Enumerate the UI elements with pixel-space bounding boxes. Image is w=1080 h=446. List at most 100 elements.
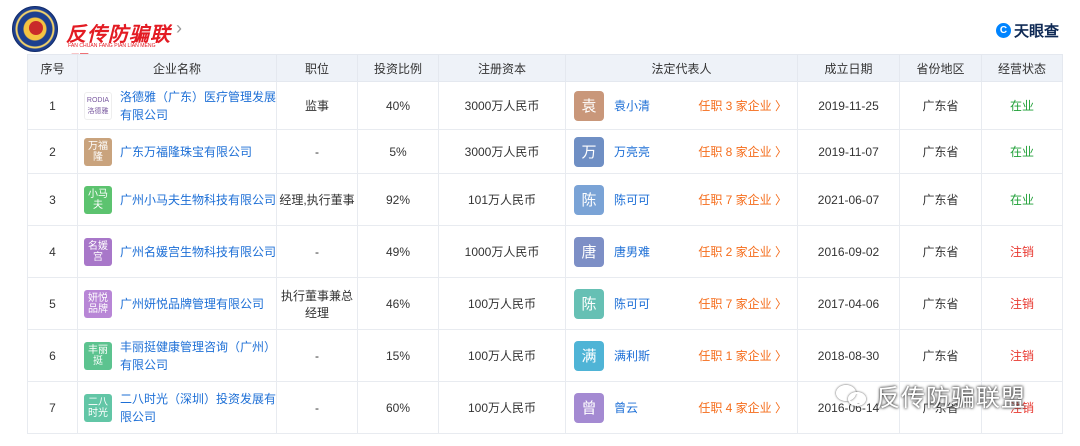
row-number: 3	[27, 173, 78, 226]
table-row: 4 名媛宫 广州名媛宫生物科技有限公司 -49% 1000万人民币唐唐男难 任职 2 家企…	[27, 225, 1063, 278]
company-cell: 万福隆 广东万福隆珠宝有限公司	[77, 129, 277, 174]
registered-capital: 100万人民币	[438, 277, 566, 330]
column-header: 企业名称	[77, 54, 277, 82]
company-cell: 妍悦品牌 广州妍悦品牌管理有限公司	[77, 277, 277, 330]
company-cell: 二八时光 二八时光（深圳）投资发展有限公司	[77, 381, 277, 434]
tianyancha-label: 天眼查	[1014, 22, 1060, 40]
legal-rep-link[interactable]: 陈可可	[614, 191, 650, 208]
positions-link[interactable]: 任职 2 家企业 〉	[698, 243, 787, 260]
table-row: 2 万福隆 广东万福隆珠宝有限公司 -5% 3000万人民币万万亮亮 任职 8 家企业 〉…	[27, 129, 1063, 174]
column-header: 经营状态	[981, 54, 1063, 82]
positions-link[interactable]: 任职 7 家企业 〉	[698, 295, 787, 312]
established-date: 2018-08-30	[797, 329, 900, 382]
company-cell: 名媛宫 广州名媛宫生物科技有限公司	[77, 225, 277, 278]
position: 经理,执行董事	[276, 173, 358, 226]
watermark: 反传防骗联盟	[836, 378, 1026, 413]
registered-capital: 101万人民币	[438, 173, 566, 226]
row-number: 4	[27, 225, 78, 278]
legal-rep-link[interactable]: 万亮亮	[614, 143, 650, 160]
investment-ratio: 40%	[357, 81, 439, 130]
watermark-text: 反传防骗联盟	[876, 385, 1026, 412]
table-row: 1 RODIA 洛德雅 洛德雅（广东）医疗管理发展有限公司 监事 40% 3000万人民币…	[27, 81, 1063, 130]
province: 广东省	[899, 173, 982, 226]
company-name-link[interactable]: 广州小马夫生物科技有限公司	[120, 191, 276, 209]
company-logo: 万福隆	[84, 137, 112, 166]
company-cell: 丰丽挺 丰丽挺健康管理咨询（广州）有限公司	[77, 329, 277, 382]
company-name-link[interactable]: 广州妍悦品牌管理有限公司	[120, 295, 264, 313]
province: 广东省	[899, 81, 982, 130]
established-date: 2017-04-06	[797, 277, 900, 330]
table-row: 5 妍悦品牌 广州妍悦品牌管理有限公司 执行董事兼总经理 46% 100万人民币陈陈可可 任…	[27, 277, 1063, 330]
company-logo: RODIA 洛德雅	[84, 91, 112, 120]
legal-rep-link[interactable]: 陈可可	[614, 295, 650, 312]
row-number: 1	[27, 81, 78, 130]
table-header: 序号 企业名称 职位 投资比例 注册资本 法定代表人 成立日期 省份地区 经营状态	[27, 54, 1063, 82]
company-logo: 二八时光	[84, 393, 112, 422]
column-header: 序号	[27, 54, 78, 82]
investment-table: 序号 企业名称 职位 投资比例 注册资本 法定代表人 成立日期 省份地区 经营状态 1 RODIA…	[27, 54, 1063, 434]
registered-capital: 100万人民币	[438, 381, 566, 434]
column-header: 成立日期	[797, 54, 900, 82]
company-name-link[interactable]: 广州名媛宫生物科技有限公司	[120, 243, 276, 261]
positions-link[interactable]: 任职 1 家企业 〉	[698, 347, 787, 364]
company-logo: 妍悦品牌	[84, 289, 112, 318]
registered-capital: 3000万人民币	[438, 81, 566, 130]
avatar: 万	[574, 136, 604, 167]
status-badge: 在业	[981, 173, 1063, 226]
avatar: 曾	[574, 392, 604, 423]
brand-subtitle: FAN CHUAN FANG PIAN LIAN MENG	[68, 43, 156, 49]
row-number: 5	[27, 277, 78, 330]
position: -	[276, 225, 358, 278]
wechat-icon	[836, 383, 870, 409]
avatar: 唐	[574, 236, 604, 267]
position: -	[276, 329, 358, 382]
province: 广东省	[899, 329, 982, 382]
legal-rep-cell: 袁袁小清 任职 3 家企业 〉	[565, 81, 798, 130]
established-date: 2019-11-07	[797, 129, 900, 174]
registered-capital: 1000万人民币	[438, 225, 566, 278]
tianyancha-logo[interactable]: C 天眼查	[996, 20, 1059, 40]
column-header: 职位	[276, 54, 358, 82]
legal-rep-link[interactable]: 唐男难	[614, 243, 650, 260]
company-name-link[interactable]: 洛德雅（广东）医疗管理发展有限公司	[120, 88, 276, 124]
established-date: 2016-09-02	[797, 225, 900, 278]
established-date: 2021-06-07	[797, 173, 900, 226]
avatar: 袁	[574, 90, 604, 121]
row-number: 6	[27, 329, 78, 382]
legal-rep-cell: 陈陈可可 任职 7 家企业 〉	[565, 173, 798, 226]
positions-link[interactable]: 任职 3 家企业 〉	[698, 97, 787, 114]
legal-rep-cell: 万万亮亮 任职 8 家企业 〉	[565, 129, 798, 174]
company-logo: 小马夫	[84, 185, 112, 214]
legal-rep-link[interactable]: 曾云	[614, 399, 638, 416]
legal-rep-link[interactable]: 袁小清	[614, 97, 650, 114]
investment-ratio: 49%	[357, 225, 439, 278]
province: 广东省	[899, 225, 982, 278]
company-logo: 丰丽挺	[84, 341, 112, 370]
investment-ratio: 15%	[357, 329, 439, 382]
legal-rep-cell: 曾曾云 任职 4 家企业 〉	[565, 381, 798, 434]
status-badge: 在业	[981, 81, 1063, 130]
company-cell: 小马夫 广州小马夫生物科技有限公司	[77, 173, 277, 226]
chevron-right-icon[interactable]: ›	[176, 18, 182, 39]
investment-ratio: 92%	[357, 173, 439, 226]
company-name-link[interactable]: 广东万福隆珠宝有限公司	[120, 143, 252, 161]
positions-link[interactable]: 任职 8 家企业 〉	[698, 143, 787, 160]
legal-rep-cell: 唐唐男难 任职 2 家企业 〉	[565, 225, 798, 278]
position: -	[276, 381, 358, 434]
tianyancha-icon: C	[996, 22, 1011, 38]
column-header: 投资比例	[357, 54, 439, 82]
legal-rep-cell: 满满利斯 任职 1 家企业 〉	[565, 329, 798, 382]
legal-rep-link[interactable]: 满利斯	[614, 347, 650, 364]
positions-link[interactable]: 任职 7 家企业 〉	[698, 191, 787, 208]
position: 监事	[276, 81, 358, 130]
positions-link[interactable]: 任职 4 家企业 〉	[698, 399, 787, 416]
table-row: 3 小马夫 广州小马夫生物科技有限公司 经理,执行董事 92% 101万人民币陈陈可可 任职…	[27, 173, 1063, 226]
top-bar: 反传防骗联盟 FAN CHUAN FANG PIAN LIAN MENG › C…	[0, 0, 1080, 75]
position: -	[276, 129, 358, 174]
brand-logo: 反传防骗联盟 FAN CHUAN FANG PIAN LIAN MENG	[10, 4, 190, 75]
avatar: 满	[574, 340, 604, 371]
position: 执行董事兼总经理	[276, 277, 358, 330]
table-row: 6 丰丽挺 丰丽挺健康管理咨询（广州）有限公司 -15% 100万人民币满满利斯 任职 1…	[27, 329, 1063, 382]
company-name-link[interactable]: 二八时光（深圳）投资发展有限公司	[120, 390, 276, 426]
company-name-link[interactable]: 丰丽挺健康管理咨询（广州）有限公司	[120, 338, 276, 374]
